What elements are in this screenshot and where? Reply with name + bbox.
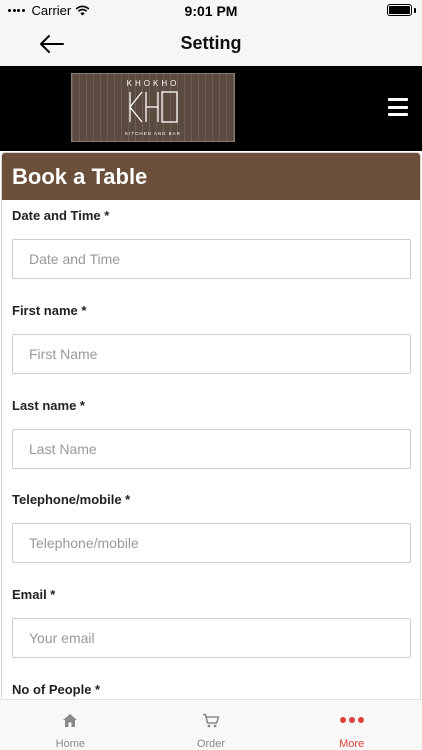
status-time: 9:01 PM	[184, 3, 238, 19]
last-name-field: Last name *	[12, 398, 412, 469]
last-name-label: Last name *	[12, 398, 85, 413]
tab-home[interactable]: Home	[0, 700, 141, 750]
tab-order[interactable]: Order	[141, 700, 282, 750]
telephone-field: Telephone/mobile *	[12, 492, 412, 563]
first-name-label: First name *	[12, 303, 87, 318]
bottom-tab-bar: Home Order More	[0, 699, 422, 750]
booking-title: Book a Table	[12, 163, 148, 189]
booking-card: Book a Table Date and Time * First name …	[1, 152, 421, 699]
more-dots-icon	[339, 712, 364, 728]
brand-header: KHOKHO KITCHEN AND BAR	[0, 66, 422, 151]
date-time-input[interactable]	[12, 239, 411, 279]
date-time-field: Date and Time *	[12, 208, 412, 279]
tab-home-label: Home	[55, 738, 85, 750]
home-icon	[62, 712, 78, 728]
telephone-label: Telephone/mobile *	[12, 492, 131, 507]
people-count-field: No of People *	[12, 682, 412, 699]
booking-card-header: Book a Table	[2, 153, 420, 200]
email-input[interactable]	[12, 618, 411, 658]
battery-icon	[387, 4, 412, 16]
logo-subtitle: KITCHEN AND BAR	[125, 131, 181, 136]
first-name-field: First name *	[12, 303, 412, 374]
last-name-input[interactable]	[12, 429, 411, 469]
tab-order-label: Order	[196, 738, 226, 750]
status-bar: Carrier 9:01 PM	[0, 0, 422, 22]
tab-more[interactable]: More	[281, 700, 422, 750]
battery-tip	[414, 8, 416, 13]
date-time-label: Date and Time *	[12, 208, 110, 223]
first-name-input[interactable]	[12, 334, 411, 374]
logo-wordmark: KHOKHO	[126, 79, 180, 88]
logo-monogram-icon	[129, 91, 178, 123]
cart-icon	[202, 712, 220, 728]
restaurant-logo[interactable]: KHOKHO KITCHEN AND BAR	[71, 73, 235, 142]
page-title: Setting	[180, 33, 242, 53]
hamburger-menu-icon[interactable]	[388, 98, 408, 116]
email-label: Email *	[12, 587, 56, 602]
email-field: Email *	[12, 587, 412, 658]
people-count-label: No of People *	[12, 682, 101, 697]
main-content[interactable]: Book a Table Date and Time * First name …	[0, 151, 422, 699]
telephone-input[interactable]	[12, 523, 411, 563]
tab-more-label: More	[339, 738, 365, 750]
navigation-bar: Setting	[0, 22, 422, 66]
